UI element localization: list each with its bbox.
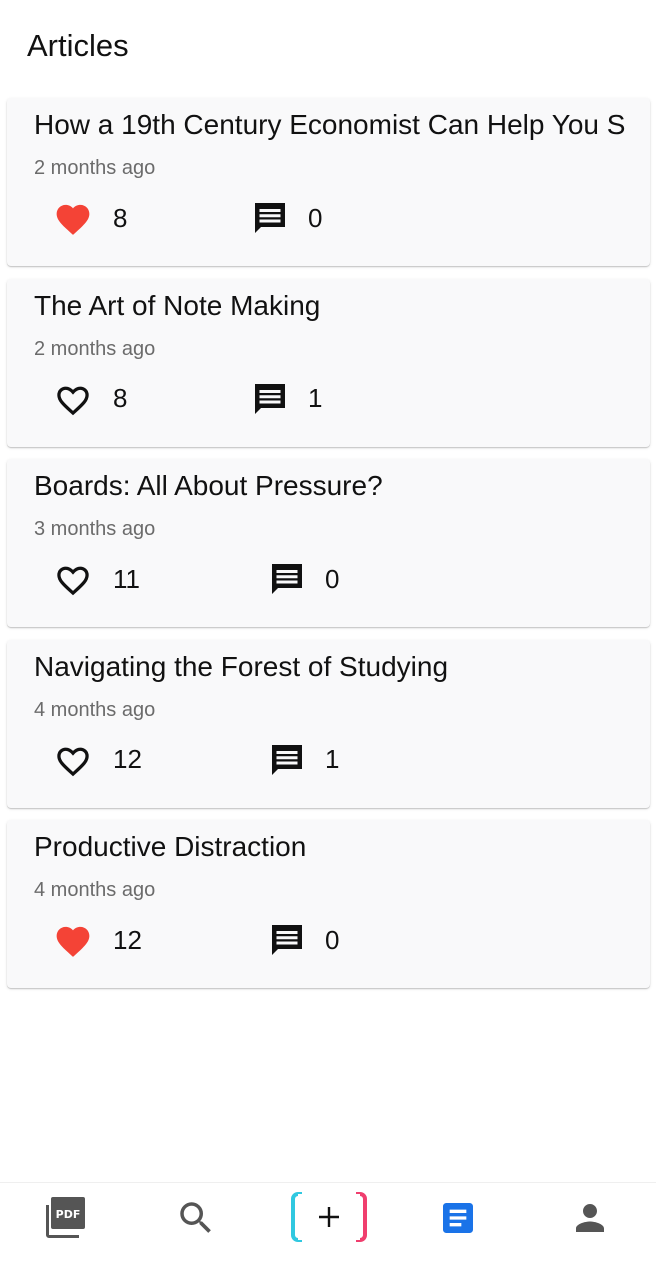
- comments-count: 0: [325, 563, 340, 594]
- bottom-nav: PDF: [0, 1182, 656, 1280]
- likes-count: 8: [113, 383, 128, 413]
- comments-group: 0: [269, 559, 339, 599]
- article-time: 4 months ago: [34, 698, 156, 721]
- comments-group: 0: [252, 198, 322, 238]
- likes-group: 11: [53, 559, 140, 599]
- article-time: 2 months ago: [34, 157, 156, 179]
- plus-icon: [290, 1191, 368, 1248]
- articles-icon: [438, 1198, 478, 1243]
- comment-icon[interactable]: [252, 381, 288, 417]
- article-time: 3 months ago: [34, 518, 156, 540]
- article-time: 2 months ago: [34, 337, 156, 360]
- article-title[interactable]: How a 19th Century Economist Can Help Yo…: [34, 106, 625, 144]
- heart-outline-icon[interactable]: [53, 381, 93, 417]
- comments-count: 0: [308, 202, 323, 233]
- likes-group: 12: [53, 740, 142, 780]
- likes-count: 12: [113, 924, 142, 955]
- search-icon: [175, 1197, 217, 1244]
- comment-icon[interactable]: [269, 561, 305, 597]
- article-title[interactable]: Navigating the Forest of Studying: [34, 648, 448, 686]
- comment-icon[interactable]: [269, 922, 305, 958]
- nav-add-button[interactable]: [290, 1191, 368, 1248]
- article-time: 4 months ago: [34, 879, 156, 901]
- app-screen: Articles How a 19th Century Economist Ca…: [0, 0, 656, 1280]
- comment-icon[interactable]: [269, 742, 305, 778]
- article-title[interactable]: The Art of Note Making: [34, 287, 320, 325]
- person-icon: [569, 1197, 611, 1244]
- article-card[interactable]: Productive Distraction 4 months ago 12 0: [7, 820, 650, 988]
- nav-pdf-button[interactable]: PDF: [36, 1195, 96, 1246]
- comments-group: 0: [269, 920, 339, 960]
- article-card[interactable]: Boards: All About Pressure? 3 months ago…: [7, 459, 650, 627]
- article-title[interactable]: Productive Distraction: [34, 828, 306, 866]
- likes-group: 12: [53, 920, 142, 960]
- nav-profile-button[interactable]: [560, 1197, 620, 1243]
- comments-count: 1: [308, 383, 323, 413]
- heart-outline-icon[interactable]: [53, 561, 93, 597]
- svg-text:PDF: PDF: [56, 1208, 81, 1221]
- likes-count: 12: [113, 744, 142, 774]
- pdf-icon: PDF: [43, 1195, 89, 1246]
- heart-outline-icon[interactable]: [53, 742, 93, 778]
- comment-icon[interactable]: [252, 200, 288, 236]
- nav-articles-button[interactable]: [428, 1197, 488, 1243]
- nav-search-button[interactable]: [166, 1197, 226, 1243]
- article-card[interactable]: The Art of Note Making 2 months ago 8 1: [7, 278, 650, 447]
- comments-count: 1: [325, 744, 340, 774]
- article-title[interactable]: Boards: All About Pressure?: [34, 467, 383, 505]
- heart-icon[interactable]: [53, 922, 93, 958]
- likes-count: 11: [113, 563, 140, 594]
- page-title: Articles: [27, 28, 129, 63]
- likes-group: 8: [53, 379, 127, 419]
- article-list: How a 19th Century Economist Can Help Yo…: [7, 98, 650, 1001]
- likes-count: 8: [113, 202, 128, 233]
- likes-group: 8: [53, 198, 127, 238]
- comments-group: 1: [269, 740, 339, 780]
- article-card[interactable]: How a 19th Century Economist Can Help Yo…: [7, 98, 650, 266]
- heart-icon[interactable]: [53, 200, 93, 236]
- comments-count: 0: [325, 924, 340, 955]
- article-card[interactable]: Navigating the Forest of Studying 4 mont…: [7, 639, 650, 808]
- comments-group: 1: [252, 379, 322, 419]
